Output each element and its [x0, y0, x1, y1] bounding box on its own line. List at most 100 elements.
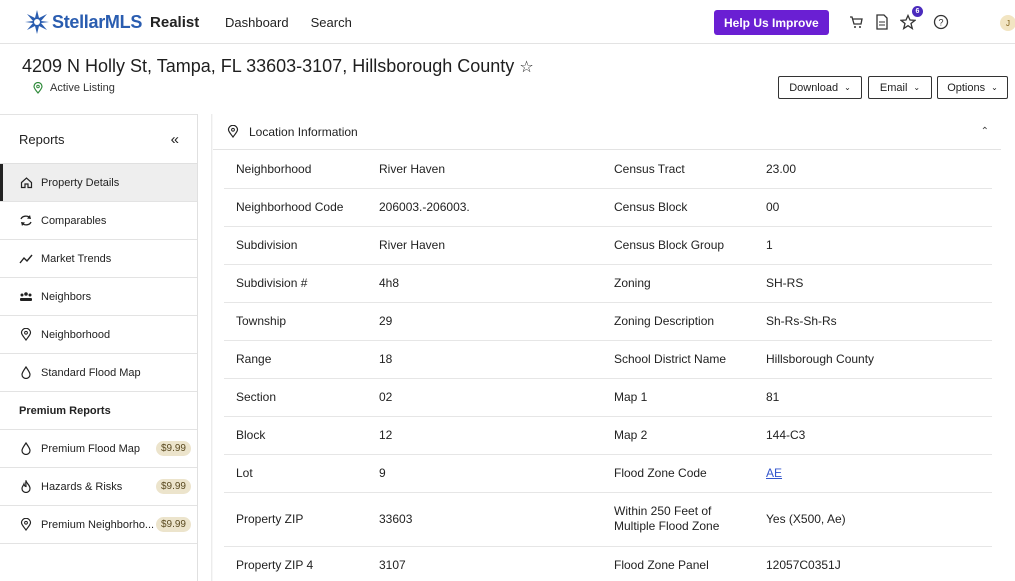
property-address: 4209 N Holly St, Tampa, FL 33603-3107, H… [22, 56, 534, 77]
field-value: AE [766, 454, 992, 493]
field-value: 29 [379, 302, 612, 341]
field-value: Hillsborough County [766, 340, 992, 379]
document-icon[interactable] [871, 11, 893, 33]
favorite-star-icon[interactable]: ☆ [519, 59, 533, 76]
sidebar-item-comparables[interactable]: Comparables [0, 202, 197, 240]
droplet-icon [19, 366, 33, 380]
field-label-text: Neighborhood Code [236, 200, 344, 214]
main-nav: Dashboard Search [225, 15, 352, 30]
trend-icon [19, 252, 33, 266]
sidebar-item-market-trends[interactable]: Market Trends [0, 240, 197, 278]
user-avatar[interactable]: J [1000, 15, 1015, 31]
field-label-text: Map 2 [614, 428, 648, 442]
field-label: Property ZIP [224, 492, 379, 547]
chevron-down-icon: ⌄ [844, 83, 851, 92]
table-row: Property ZIP 33603 Within 250 Feet of Mult… [224, 492, 992, 547]
stellar-mls-logo[interactable]: StellarMLS Realist [24, 9, 199, 35]
field-label-text: Census Block Group [614, 238, 725, 252]
field-value: 23.00 [766, 150, 992, 189]
sidebar-item-neighborhood[interactable]: Neighborhood [0, 316, 197, 354]
sidebar-item-hazards-risks[interactable]: Hazards & Risks $9.99 [0, 468, 197, 506]
field-value-text: 18 [379, 352, 393, 366]
field-label: Lot [224, 454, 379, 493]
field-label: Flood Zone Code [612, 454, 766, 493]
options-button[interactable]: Options ⌄ [937, 76, 1008, 99]
sidebar-item-premium-flood-map[interactable]: Premium Flood Map $9.99 [0, 430, 197, 468]
field-label-text: Block [236, 428, 266, 442]
field-label-text: Range [236, 352, 272, 366]
field-label: Subdivision [224, 226, 379, 265]
sidebar-item-property-details[interactable]: Property Details [0, 164, 197, 202]
field-label: Map 2 [612, 416, 766, 455]
field-value: Sh-Rs-Sh-Rs [766, 302, 992, 341]
chevron-down-icon: ⌄ [913, 83, 921, 92]
field-value-text: 02 [379, 390, 393, 404]
top-nav-bar: StellarMLS Realist Dashboard Search Help… [0, 0, 1015, 44]
sidebar-item-premium-neighborhood[interactable]: Premium Neighborho... $9.99 [0, 506, 197, 544]
sidebar-item-label: Neighbors [41, 290, 92, 303]
field-value-text: Hillsborough County [766, 352, 875, 366]
field-label: Section [224, 378, 379, 417]
sidebar-item-label: Hazards & Risks [41, 480, 123, 493]
field-value-text: 1 [766, 238, 773, 252]
field-label-text: Census Tract [614, 161, 685, 176]
field-value-text: Sh-Rs-Sh-Rs [766, 314, 837, 328]
nav-dashboard[interactable]: Dashboard [225, 15, 289, 30]
field-label-text: Zoning [614, 276, 651, 290]
section-title: Location Information [249, 124, 358, 139]
nav-search[interactable]: Search [311, 15, 352, 30]
field-label: Within 250 Feet of Multiple Flood Zone [612, 492, 766, 547]
field-value: 4h8 [379, 264, 612, 303]
sidebar-item-neighbors[interactable]: Neighbors [0, 278, 197, 316]
field-value-text: 3107 [379, 558, 406, 572]
field-value-text: 81 [766, 390, 780, 404]
download-button[interactable]: Download ⌄ [778, 76, 862, 99]
help-us-improve-button[interactable]: Help Us Improve [714, 10, 829, 35]
field-label-text: Zoning Description [614, 314, 715, 328]
table-row: Property ZIP 4 3107 Flood Zone Panel 12057C… [224, 546, 992, 581]
field-label-text: Neighborhood [236, 161, 312, 176]
field-value-text: 33603 [379, 512, 413, 526]
field-value: 144-C3 [766, 416, 992, 455]
listing-status: Active Listing [32, 82, 115, 94]
field-label-text: Lot [236, 466, 253, 480]
field-label-text: Property ZIP 4 [236, 558, 314, 572]
field-value: 02 [379, 378, 612, 417]
location-information-header[interactable]: Location Information ⌃ [213, 114, 1001, 150]
table-row: Subdivision # 4h8 Zoning SH-RS [224, 264, 992, 303]
field-value-text: Yes (X500, Ae) [766, 512, 846, 526]
droplet-icon [19, 442, 33, 456]
collapse-sidebar-icon[interactable]: « [171, 131, 179, 148]
field-value: 12 [379, 416, 612, 455]
field-value-text: River Haven [379, 161, 446, 176]
field-label-text: Subdivision # [236, 276, 308, 290]
field-value: 12057C0351J [766, 546, 992, 581]
field-label: Property ZIP 4 [224, 546, 379, 581]
starburst-logo-icon [25, 10, 49, 34]
cart-icon[interactable] [845, 11, 867, 33]
sidebar-title: Reports [19, 131, 65, 147]
sidebar-item-standard-flood-map[interactable]: Standard Flood Map [0, 354, 197, 392]
field-value-text: 9 [379, 466, 386, 480]
field-label-text: Within 250 Feet of Multiple Flood Zone [614, 504, 720, 533]
help-icon[interactable]: ? [930, 11, 952, 33]
table-row: Neighborhood Code 206003.-206003. Census B… [224, 188, 992, 227]
favorites-count-badge: 6 [912, 6, 923, 17]
email-button[interactable]: Email ⌄ [868, 76, 932, 99]
field-value: 206003.-206003. [379, 188, 612, 227]
chevron-up-icon[interactable]: ⌃ [981, 126, 989, 137]
field-value-text: 12057C0351J [766, 558, 841, 572]
favorites-star-icon[interactable]: 6 [897, 6, 923, 33]
field-label: School District Name [612, 340, 766, 379]
field-value-text: 4h8 [379, 276, 400, 290]
table-row: Section 02 Map 1 81 [224, 378, 992, 417]
refresh-icon [19, 214, 33, 228]
flood-zone-code-link[interactable]: AE [766, 466, 782, 480]
field-value: SH-RS [766, 264, 992, 303]
main-content: Location Information ⌃ Neighborhood River… [211, 114, 1001, 581]
reports-sidebar: Reports « Property Details Comparables M… [0, 114, 198, 581]
field-label: Flood Zone Panel [612, 546, 766, 581]
sidebar-item-label: Property Details [41, 176, 120, 189]
field-value: 1 [766, 226, 992, 265]
location-pin-icon [227, 124, 241, 139]
